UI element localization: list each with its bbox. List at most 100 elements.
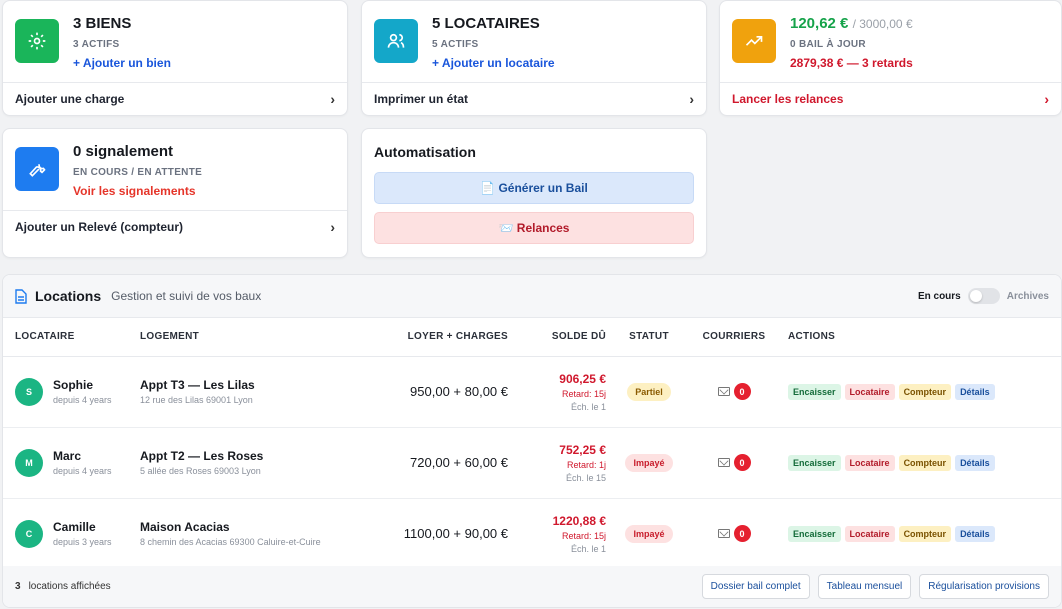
meter-button[interactable]: Compteur: [898, 525, 952, 542]
tenant-since: depuis 3 years: [53, 537, 112, 547]
tenant-name: Sophie: [53, 378, 94, 392]
letters-count: 0: [733, 454, 751, 471]
automation-title: Automatisation: [374, 144, 476, 160]
gear-icon: [15, 19, 59, 63]
leases-up-to-date: 0 BAIL À JOUR: [790, 39, 866, 50]
avatar: C: [15, 519, 43, 548]
tenant-name: Camille: [53, 520, 96, 534]
biens-count: 3 BIENS: [73, 15, 132, 32]
lodging-name: Appt T2 — Les Roses: [140, 449, 264, 463]
tenants-count: 5 LOCATAIRES: [432, 15, 540, 32]
biens-card: 3 BIENS 3 ACTIFS + Ajouter un bien Ajout…: [2, 0, 348, 116]
toggle-archives-label: Archives: [1006, 290, 1049, 302]
balance-due: 1220,88 €: [552, 513, 606, 528]
print-state-row[interactable]: Imprimer un état ›: [362, 82, 706, 115]
chevron-right-icon: ›: [1044, 91, 1049, 107]
locations-subtitle: Gestion et suivi de vos baux: [111, 289, 262, 303]
col-letters: COURRIERS: [690, 318, 778, 357]
finances-card: 120,62 € / 3000,00 € 0 BAIL À JOUR 2879,…: [719, 0, 1062, 116]
details-button[interactable]: Détails: [955, 383, 995, 400]
balance-due: 752,25 €: [559, 442, 606, 457]
rent-amount: 1100,00 + 90,00 €: [403, 526, 508, 541]
letters-count: 0: [733, 383, 751, 400]
chevron-right-icon: ›: [330, 218, 335, 235]
lodging-name: Maison Acacias: [140, 520, 230, 534]
tenant-button[interactable]: Locataire: [844, 525, 895, 542]
balance-due: 906,25 €: [559, 371, 606, 386]
tenant-name: Marc: [53, 449, 82, 463]
due-day: Éch. le 1: [570, 543, 606, 554]
tenant-button[interactable]: Locataire: [844, 383, 895, 400]
locations-panel: Locations Gestion et suivi de vos baux E…: [2, 274, 1062, 608]
document-icon: [15, 288, 27, 304]
generate-lease-button[interactable]: 📄 Générer un Bail: [374, 172, 694, 204]
view-reports-link[interactable]: Voir les signalements: [73, 184, 202, 198]
letters-indicator[interactable]: 0: [717, 383, 751, 400]
print-state-label: Imprimer un état: [374, 92, 469, 106]
locataires-card: 5 LOCATAIRES 5 ACTIFS + Ajouter un locat…: [361, 0, 707, 116]
send-reminders-row[interactable]: Lancer les relances ›: [720, 82, 1061, 115]
col-tenant: LOCATAIRE: [3, 318, 140, 357]
col-rent: LOYER + CHARGES: [370, 318, 520, 357]
table-header-row: LOCATAIRE LOGEMENT LOYER + CHARGES SOLDE…: [3, 318, 1061, 357]
collect-button[interactable]: Encaisser: [788, 525, 841, 542]
lodging-name: Appt T3 — Les Lilas: [140, 378, 255, 392]
collect-button[interactable]: Encaisser: [788, 383, 841, 400]
due-day: Éch. le 1: [570, 401, 606, 412]
add-tenant-link[interactable]: + Ajouter un locataire: [432, 56, 555, 70]
locations-title: Locations: [35, 288, 102, 304]
mail-icon: [717, 458, 730, 467]
provisions-regularization-button[interactable]: Régularisation provisions: [919, 574, 1049, 599]
finance-amount-line: 120,62 € / 3000,00 €: [790, 15, 913, 32]
tenant-button[interactable]: Locataire: [844, 454, 895, 471]
table-row: C Camille depuis 3 years Maison Acacias …: [3, 498, 1061, 570]
status-badge: Impayé: [625, 453, 673, 472]
meter-button[interactable]: Compteur: [898, 454, 952, 471]
archive-toggle-group: En cours Archives: [918, 288, 1049, 304]
letters-count: 0: [733, 525, 751, 542]
reminders-button[interactable]: 📨 Relances: [374, 212, 694, 244]
add-meter-reading-label: Ajouter un Relevé (compteur): [15, 219, 184, 234]
mail-icon: [717, 529, 730, 538]
avatar: S: [15, 377, 43, 406]
lodging-address: 12 rue des Lilas 69001 Lyon: [140, 395, 253, 405]
locations-table: LOCATAIRE LOGEMENT LOYER + CHARGES SOLDE…: [3, 318, 1061, 570]
add-meter-reading-row[interactable]: Ajouter un Relevé (compteur) ›: [3, 210, 347, 242]
archive-toggle[interactable]: [967, 288, 1000, 304]
chevron-right-icon: ›: [330, 91, 335, 107]
locations-footer: 3 locations affichées Dossier bail compl…: [3, 566, 1061, 607]
reports-status: EN COURS / EN ATTENTE: [73, 167, 203, 178]
collect-button[interactable]: Encaisser: [788, 454, 841, 471]
toggle-current-label: En cours: [917, 290, 961, 302]
add-property-link[interactable]: + Ajouter un bien: [73, 56, 171, 70]
trend-up-icon: [732, 19, 776, 63]
col-actions: ACTIONS: [778, 318, 1061, 357]
mail-icon: [717, 387, 730, 396]
chevron-right-icon: ›: [689, 91, 694, 107]
col-status: STATUT: [608, 318, 690, 357]
full-lease-file-button[interactable]: Dossier bail complet: [701, 574, 810, 599]
tenant-since: depuis 4 years: [53, 466, 112, 476]
table-row: M Marc depuis 4 years Appt T2 — Les Rose…: [3, 427, 1061, 499]
users-icon: [374, 19, 418, 63]
meter-button[interactable]: Compteur: [898, 383, 952, 400]
add-charge-label: Ajouter une charge: [15, 92, 125, 106]
locations-header: Locations Gestion et suivi de vos baux E…: [3, 275, 1061, 318]
reports-count: 0 signalement: [73, 143, 174, 160]
status-badge: Impayé: [625, 524, 673, 543]
lodging-address: 8 chemin des Acacias 69300 Caluire-et-Cu…: [140, 537, 321, 547]
table-row: S Sophie depuis 4 years Appt T3 — Les Li…: [3, 356, 1061, 428]
add-charge-row[interactable]: Ajouter une charge ›: [3, 82, 347, 115]
delay-days: Retard: 1j: [566, 459, 606, 470]
delay-days: Retard: 15j: [561, 388, 606, 399]
status-badge: Partiel: [627, 382, 671, 401]
send-reminders-label: Lancer les relances: [732, 92, 844, 106]
letters-indicator[interactable]: 0: [717, 525, 751, 542]
letters-indicator[interactable]: 0: [717, 454, 751, 471]
expected-total: / 3000,00 €: [852, 17, 913, 31]
col-balance: SOLDE DÛ: [520, 318, 608, 357]
biens-active: 3 ACTIFS: [73, 39, 120, 50]
details-button[interactable]: Détails: [955, 525, 995, 542]
details-button[interactable]: Détails: [955, 454, 995, 471]
monthly-table-button[interactable]: Tableau mensuel: [817, 574, 912, 599]
